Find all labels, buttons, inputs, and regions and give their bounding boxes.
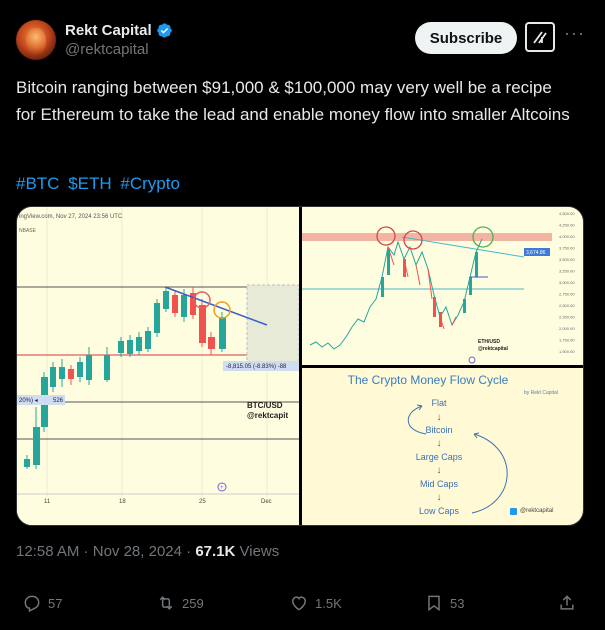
verified-badge-icon	[156, 23, 172, 38]
flow-stage-large-caps: Large Caps	[415, 452, 463, 462]
like-button[interactable]: 1.5K	[289, 590, 342, 616]
post-header: Rekt Capital @rektcapital Subscribe ···	[16, 16, 589, 64]
post-time[interactable]: 12:58 AM	[16, 543, 79, 560]
down-arrow-icon: ↓	[436, 465, 442, 476]
eth-brand-label: @rektcapital	[478, 346, 508, 352]
reply-count: 57	[48, 595, 63, 611]
bookmark-count: 53	[450, 595, 465, 611]
views-label: Views	[239, 543, 280, 560]
bookmark-icon	[428, 595, 440, 612]
btc-exchange-label: NBASE	[19, 228, 37, 234]
share-button[interactable]	[557, 590, 577, 616]
subscribe-button[interactable]: Subscribe	[415, 22, 517, 54]
eth-ytick-label: 4,500.00	[559, 211, 575, 216]
btc-chart-image[interactable]: ingView.com, Nov 27, 2024 23:56 UTC NBAS…	[17, 207, 299, 525]
flow-handle: @rektcapital	[520, 508, 554, 514]
grok-glyph-icon	[533, 31, 547, 44]
post-text: Bitcoin ranging between $91,000 & $100,0…	[16, 78, 570, 124]
heart-icon	[291, 596, 307, 611]
hashtag-crypto[interactable]: #Crypto	[120, 174, 180, 193]
flow-stage-low-caps: Low Caps	[418, 506, 460, 516]
hashtag-btc[interactable]: #BTC	[16, 174, 59, 193]
eth-ytick-label: 3,000.00	[559, 280, 575, 285]
reply-icon	[24, 595, 40, 613]
like-count: 1.5K	[315, 595, 342, 611]
more-options-icon[interactable]: ···	[564, 24, 584, 46]
action-bar: 57 259 1.5K 53	[0, 590, 605, 616]
author-name[interactable]: Rekt Capital	[65, 22, 152, 39]
eth-ytick-label: 1,500.00	[559, 349, 575, 354]
views-count: 67.1K	[195, 543, 236, 560]
cashtag-eth[interactable]: $ETH	[68, 174, 111, 193]
post-date[interactable]: Nov 28, 2024	[93, 543, 182, 560]
btc-left-label: 20%) ◂	[19, 398, 38, 404]
media-grid: ingView.com, Nov 27, 2024 23:56 UTC NBAS…	[16, 206, 584, 526]
btc-measure-label: -8,815.05 (-8.83%) -88	[226, 364, 287, 370]
down-arrow-icon: ↓	[436, 438, 442, 449]
flow-stage-bitcoin: Bitcoin	[425, 425, 453, 435]
btc-brand-label: @rektcapit	[247, 411, 288, 420]
btc-chart-header: ingView.com, Nov 27, 2024 23:56 UTC	[19, 214, 123, 220]
bookmark-button[interactable]: 53	[424, 590, 464, 616]
btc-pair-label: BTC/USD	[247, 401, 283, 410]
eth-ytick-label: 3,750.00	[559, 246, 575, 251]
eth-pair-label: ETH/USD	[478, 339, 500, 345]
eth-ytick-label: 2,250.00	[559, 315, 575, 320]
avatar[interactable]	[16, 20, 56, 60]
repost-count: 259	[182, 595, 204, 611]
flow-title: The Crypto Money Flow Cycle	[347, 373, 509, 387]
post-meta: 12:58 AM · Nov 28, 2024 · 67.1K Views	[16, 543, 280, 560]
money-flow-cycle-image[interactable]: The Crypto Money Flow Cycle by Rekt Capi…	[302, 368, 583, 525]
flow-byline: by Rekt Capital	[524, 390, 558, 396]
author-block[interactable]: Rekt Capital @rektcapital	[65, 22, 173, 58]
btc-xtick-3: Dec	[261, 499, 272, 505]
grok-icon[interactable]	[525, 22, 555, 52]
eth-ytick-label: 2,000.00	[559, 326, 575, 331]
repost-button[interactable]: 259	[156, 590, 204, 616]
btc-left-value: 526	[53, 398, 64, 404]
svg-text:+: +	[220, 485, 224, 491]
repost-icon	[159, 596, 173, 610]
eth-chart-image[interactable]: 3,674.86 4,500.00 4,250.00 4,000.00 3,750.0…	[302, 207, 583, 365]
down-arrow-icon: ↓	[436, 492, 442, 503]
share-icon	[560, 595, 574, 610]
author-handle[interactable]: @rektcapital	[65, 41, 173, 58]
btc-xtick-1: 18	[119, 499, 126, 505]
eth-ytick-label: 2,500.00	[559, 303, 575, 308]
eth-ytick-label: 3,500.00	[559, 257, 575, 262]
eth-price-tag: 3,674.86	[526, 250, 546, 256]
down-arrow-icon: ↓	[436, 412, 442, 423]
eth-ytick-label: 3,250.00	[559, 269, 575, 274]
eth-ytick-label: 4,000.00	[559, 234, 575, 239]
hashtag-row: #BTC $ETH #Crypto	[16, 170, 184, 197]
eth-ytick-label: 4,250.00	[559, 223, 575, 228]
btc-xtick-2: 25	[199, 499, 206, 505]
reply-button[interactable]: 57	[22, 590, 62, 616]
flow-stage-flat: Flat	[431, 398, 447, 408]
flow-stage-mid-caps: Mid Caps	[419, 479, 458, 489]
eth-ytick-label: 2,750.00	[559, 292, 575, 297]
btc-xtick-0: 11	[44, 499, 51, 505]
eth-ytick-label: 1,750.00	[559, 338, 575, 343]
